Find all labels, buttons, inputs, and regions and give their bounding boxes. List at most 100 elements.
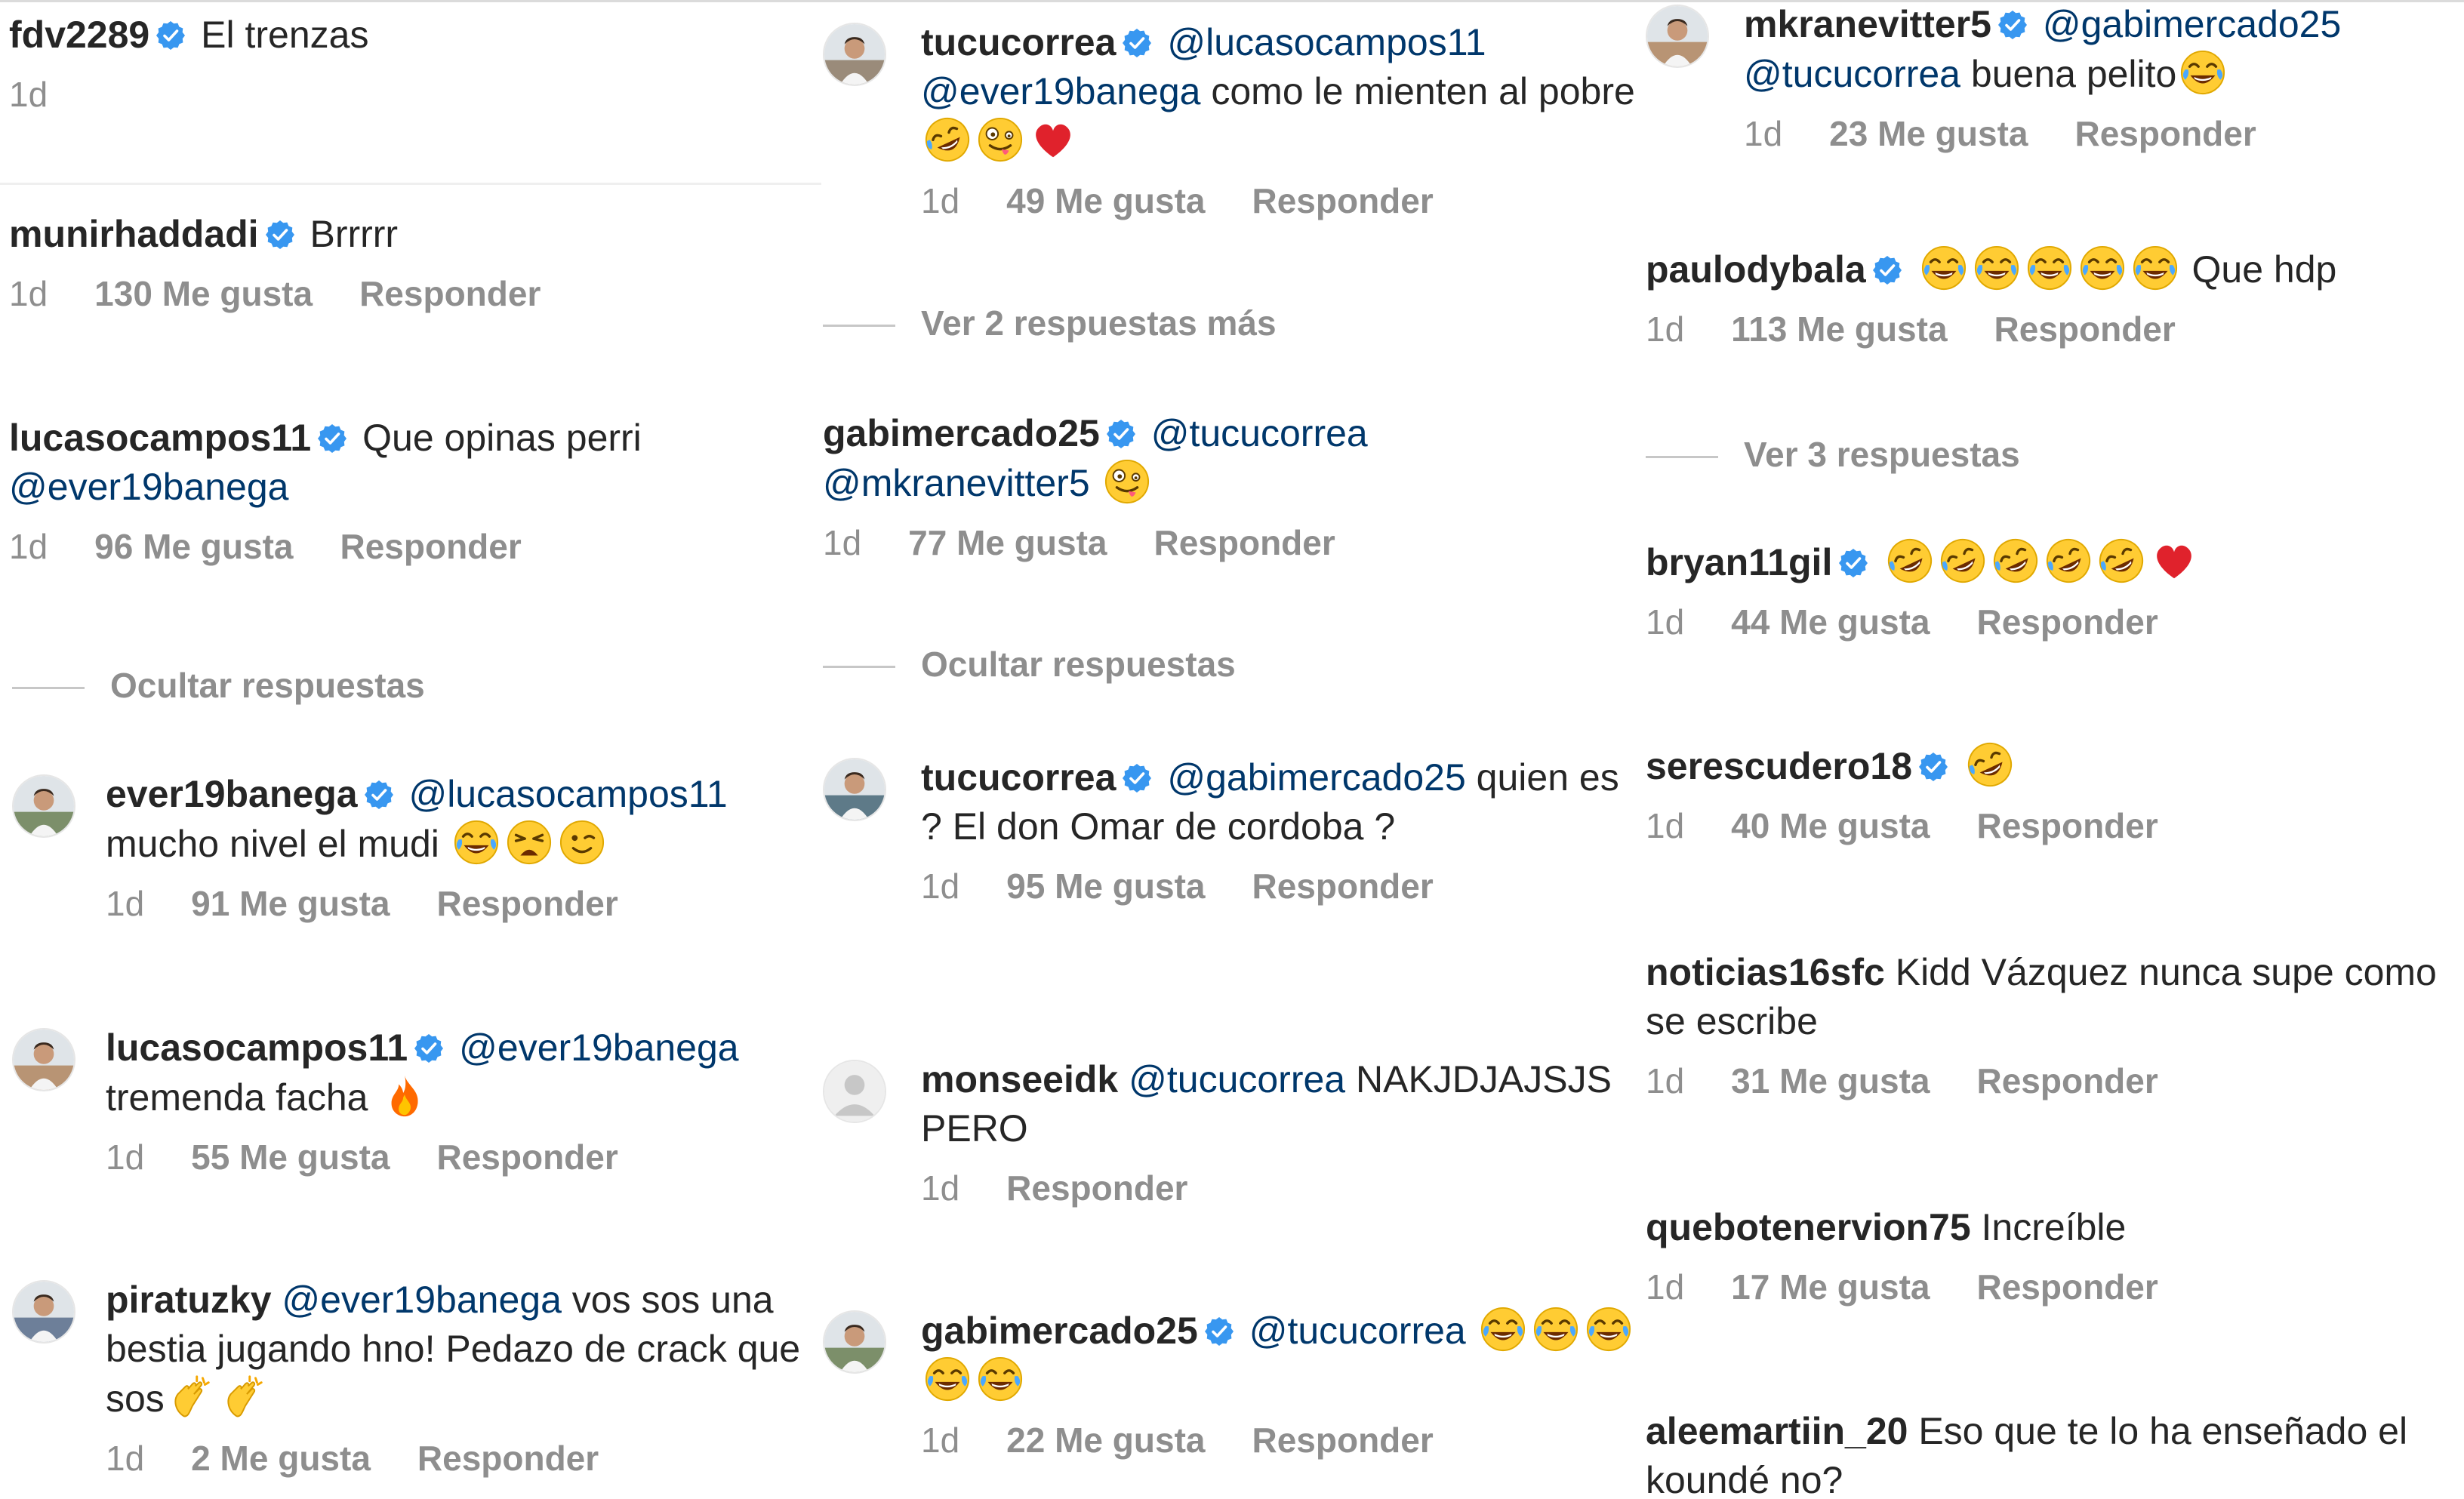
comment-message (1953, 745, 1964, 787)
rofl-emoji-icon (2098, 537, 2145, 584)
likes-count[interactable]: 55 Me gusta (191, 1137, 390, 1177)
comment-time: 1d (1646, 806, 1685, 845)
comment-message: como le mienten al pobre (1200, 70, 1635, 112)
likes-count[interactable]: 31 Me gusta (1731, 1061, 1930, 1100)
comment-text: paulodybala Que hdp (1646, 245, 2461, 294)
comment-text: gabimercado25 @tucucorrea @mkranevitter5 (823, 409, 1578, 508)
comment-text: piratuzky @ever19banega vos sos una best… (106, 1276, 815, 1424)
avatar[interactable] (12, 1280, 75, 1344)
likes-count[interactable]: 95 Me gusta (1006, 866, 1205, 906)
username[interactable]: monseeidk (921, 1058, 1118, 1100)
mention-link[interactable]: @gabimercado25 (1157, 756, 1465, 799)
comment-text: serescudero18 (1646, 741, 2461, 791)
comment-meta: 1d 49 Me gusta Responder (921, 180, 1638, 222)
username[interactable]: lucasocampos11 (9, 417, 311, 459)
avatar[interactable] (12, 1028, 75, 1091)
reply-button[interactable]: Responder (359, 274, 541, 313)
username[interactable]: quebotenervion75 (1646, 1206, 1971, 1248)
comment-text: monseeidk @tucucorrea NAKJDJAJSJS PERO (921, 1055, 1638, 1153)
username[interactable]: fdv2289 (9, 14, 149, 56)
avatar[interactable] (1646, 5, 1709, 68)
mention-link[interactable]: @ever19banega (448, 1027, 738, 1069)
username[interactable]: mkranevitter5 (1744, 3, 1991, 45)
mention-link[interactable]: @ever19banega (9, 466, 288, 508)
username[interactable]: tucucorrea (921, 756, 1116, 799)
username[interactable]: gabimercado25 (921, 1310, 1198, 1352)
likes-count[interactable]: 130 Me gusta (94, 274, 313, 313)
comment-time: 1d (823, 523, 862, 562)
likes-count[interactable]: 23 Me gusta (1829, 114, 2028, 153)
username[interactable]: paulodybala (1646, 248, 1866, 291)
avatar[interactable] (12, 774, 75, 838)
likes-count[interactable]: 44 Me gusta (1731, 602, 1930, 642)
reply-button[interactable]: Responder (340, 527, 521, 566)
verified-badge-icon (1204, 1316, 1234, 1347)
replies-toggle[interactable]: Ver 3 respuestas (1646, 433, 2020, 476)
reply-button[interactable]: Responder (1976, 1061, 2158, 1100)
comment-meta: 1d 55 Me gusta Responder (106, 1136, 815, 1178)
likes-count[interactable]: 96 Me gusta (94, 527, 293, 566)
likes-count[interactable]: 91 Me gusta (191, 884, 390, 923)
reply-button[interactable]: Responder (1006, 1168, 1187, 1208)
verified-badge-icon (1106, 419, 1136, 449)
reply-button[interactable]: Responder (2074, 114, 2256, 153)
joy-emoji-icon (1532, 1306, 1579, 1353)
mention-link[interactable]: @lucasocampos11 (399, 773, 727, 815)
comment-body: ever19banega @lucasocampos11 mucho nivel… (106, 770, 815, 925)
username[interactable]: serescudero18 (1646, 745, 1912, 787)
reply-button[interactable]: Responder (1994, 309, 2176, 349)
reply-button[interactable]: Responder (1976, 602, 2158, 642)
comment-body: bryan11gil 1d 44 Me gusta Responder (1646, 537, 2461, 643)
username[interactable]: tucucorrea (921, 21, 1116, 63)
replies-toggle[interactable]: Ocultar respuestas (823, 643, 1236, 685)
username[interactable]: piratuzky (106, 1279, 272, 1321)
replies-toggle[interactable]: Ver 2 respuestas más (823, 302, 1277, 344)
comment-text: lucasocampos11 Que opinas perri @ever19b… (9, 414, 809, 512)
joy-emoji-icon (977, 1356, 1024, 1402)
comment-meta: 1d 91 Me gusta Responder (106, 882, 815, 925)
reply-button[interactable]: Responder (1252, 1421, 1433, 1460)
mention-link[interactable]: @ever19banega (272, 1279, 561, 1321)
username[interactable]: ever19banega (106, 773, 358, 815)
avatar[interactable] (823, 1310, 886, 1374)
reply-button[interactable]: Responder (1976, 1267, 2158, 1307)
reply-button[interactable]: Responder (1252, 181, 1433, 220)
likes-count[interactable]: 113 Me gusta (1731, 309, 1947, 349)
wink-emoji-icon (559, 819, 605, 866)
verified-badge-icon (1838, 548, 1868, 578)
reply-button[interactable]: Responder (436, 884, 618, 923)
replies-toggle[interactable]: Ocultar respuestas (12, 664, 425, 706)
username[interactable]: munirhaddadi (9, 213, 259, 255)
likes-count[interactable]: 22 Me gusta (1006, 1421, 1205, 1460)
username[interactable]: noticias16sfc (1646, 951, 1885, 993)
username[interactable]: gabimercado25 (823, 412, 1100, 454)
likes-count[interactable]: 40 Me gusta (1731, 806, 1930, 845)
avatar[interactable] (823, 758, 886, 821)
comment-body: aleemartiin_20 Eso que te lo ha enseñado… (1646, 1407, 2461, 1499)
username[interactable]: bryan11gil (1646, 541, 1832, 583)
reply-button[interactable]: Responder (436, 1137, 618, 1177)
likes-count[interactable]: 2 Me gusta (191, 1439, 371, 1478)
reply-button[interactable]: Responder (1252, 866, 1433, 906)
likes-count[interactable]: 77 Me gusta (908, 523, 1107, 562)
reply-button[interactable]: Responder (1153, 523, 1335, 562)
zany-emoji-icon (1104, 458, 1150, 505)
mention-link[interactable]: @tucucorrea (1239, 1310, 1466, 1352)
reply-button[interactable]: Responder (1976, 806, 2158, 845)
replies-toggle-label: Ocultar respuestas (110, 666, 425, 705)
comment-meta: 1d 23 Me gusta Responder (1744, 112, 2461, 155)
comment-text: tucucorrea @gabimercado25 quien es ? El … (921, 753, 1638, 851)
likes-count[interactable]: 17 Me gusta (1731, 1267, 1930, 1307)
username[interactable]: aleemartiin_20 (1646, 1410, 1908, 1452)
comment-message (1466, 1310, 1477, 1352)
comment-message: El trenzas (190, 14, 369, 56)
avatar[interactable] (823, 1060, 886, 1123)
reply-button[interactable]: Responder (417, 1439, 599, 1478)
avatar[interactable] (823, 23, 886, 86)
verified-badge-icon (1122, 28, 1152, 58)
verified-badge-icon (1122, 763, 1152, 793)
username[interactable]: lucasocampos11 (106, 1027, 408, 1069)
replies-dash (1646, 456, 1718, 459)
mention-link[interactable]: @tucucorrea (1118, 1058, 1345, 1100)
likes-count[interactable]: 49 Me gusta (1006, 181, 1205, 220)
